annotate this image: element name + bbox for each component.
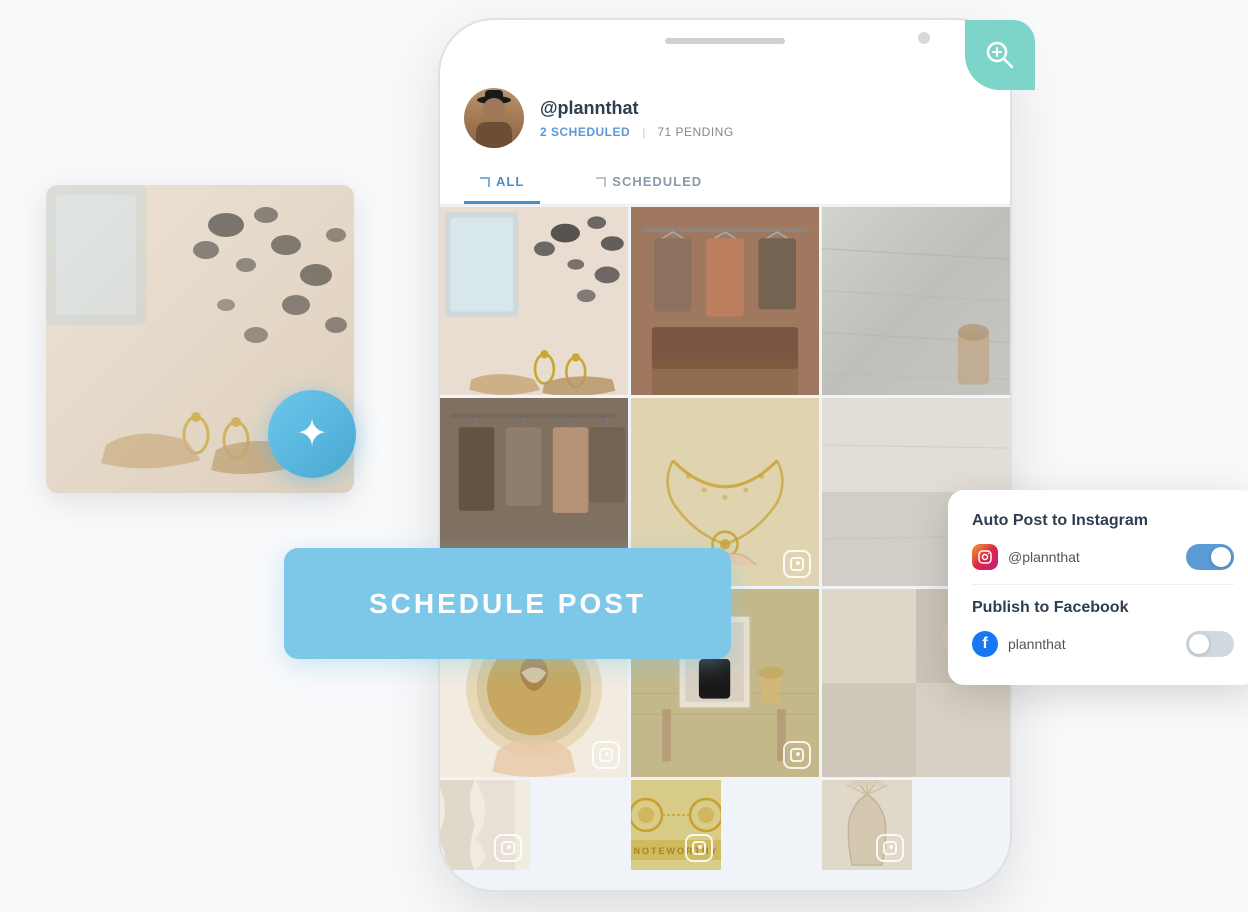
tab-all[interactable]: ALL [464, 162, 540, 204]
phone-content: @plannthat 2 SCHEDULED | 71 PENDING ALL … [440, 70, 1010, 890]
ig-overlay-7 [592, 741, 620, 769]
schedule-post-button[interactable]: SCHEDULE POST [284, 548, 731, 659]
grid-cell-3 [822, 207, 1010, 395]
instagram-row: @plannthat [972, 544, 1234, 570]
tabs-row: ALL SCHEDULED [440, 162, 1010, 205]
tab-scheduled[interactable]: SCHEDULED [580, 162, 718, 204]
ig-overlay-12 [876, 834, 904, 862]
facebook-logo: f [972, 631, 998, 657]
grid-cell-10 [440, 780, 530, 870]
instagram-section: Auto Post to Instagram @plannthat [972, 512, 1234, 570]
schedule-post-label: SCHEDULE POST [369, 588, 646, 620]
phone-mockup: @plannthat 2 SCHEDULED | 71 PENDING ALL … [440, 20, 1010, 890]
instagram-account: @plannthat [972, 544, 1080, 570]
grid-cell-12 [822, 780, 912, 870]
profile-username: @plannthat [540, 98, 986, 119]
facebook-account: f plannthat [972, 631, 1066, 657]
profile-header: @plannthat 2 SCHEDULED | 71 PENDING [440, 70, 1010, 162]
phone-notch [665, 38, 785, 44]
tab-all-label: ALL [496, 174, 524, 189]
tab-scheduled-label: SCHEDULED [612, 174, 702, 189]
grid-cell-1 [440, 207, 628, 395]
facebook-section: Publish to Facebook f plannthat [972, 599, 1234, 657]
sparkle-button[interactable]: ✦ [268, 390, 356, 478]
popup-divider [972, 584, 1234, 585]
grid-cell-11: NOTEWORTHY [631, 780, 721, 870]
facebook-title: Publish to Facebook [972, 599, 1234, 617]
zoom-badge[interactable] [965, 20, 1035, 90]
image-grid: NOTEWORTHY [440, 207, 1010, 870]
phone-camera [918, 32, 930, 44]
ig-overlay-11 [685, 834, 713, 862]
profile-info: @plannthat 2 SCHEDULED | 71 PENDING [540, 98, 986, 139]
instagram-account-name: @plannthat [1008, 549, 1080, 565]
avatar-head [483, 98, 505, 120]
instagram-logo [972, 544, 998, 570]
stat-divider: | [642, 125, 645, 139]
tab-scheduled-corner [596, 177, 606, 187]
ig-overlay-10 [494, 834, 522, 862]
ig-overlay-8 [783, 741, 811, 769]
facebook-toggle[interactable] [1186, 631, 1234, 657]
instagram-title: Auto Post to Instagram [972, 512, 1234, 530]
instagram-toggle[interactable] [1186, 544, 1234, 570]
zoom-icon [984, 39, 1016, 71]
scheduled-count: 2 SCHEDULED [540, 125, 630, 139]
avatar-body [476, 122, 512, 148]
pending-count: 71 PENDING [657, 125, 733, 139]
sparkle-icon: ✦ [296, 415, 328, 453]
facebook-account-name: plannthat [1008, 636, 1066, 652]
ig-overlay-5 [783, 550, 811, 578]
avatar [464, 88, 524, 148]
profile-stats: 2 SCHEDULED | 71 PENDING [540, 125, 986, 139]
popup-card: Auto Post to Instagram @plannthat Publis… [948, 490, 1248, 685]
facebook-row: f plannthat [972, 631, 1234, 657]
tab-all-corner [480, 177, 490, 187]
grid-cell-2 [631, 207, 819, 395]
